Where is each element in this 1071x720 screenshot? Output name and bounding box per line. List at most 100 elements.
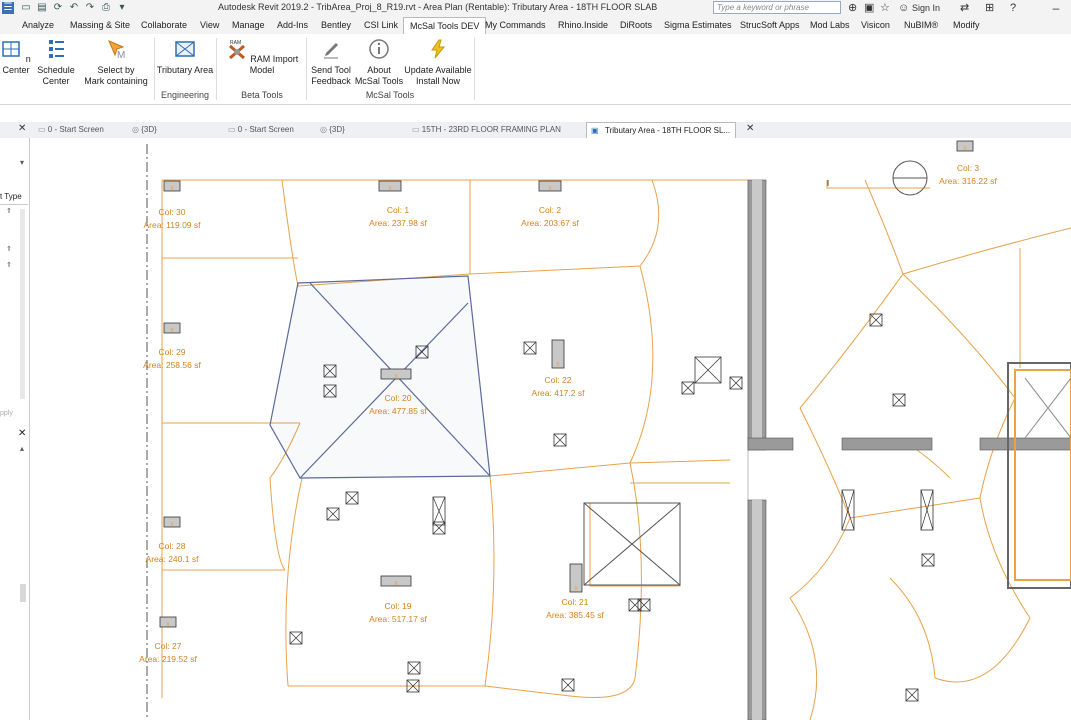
- tributary-area-tag[interactable]: Col: 20 Area: 477.85 sf: [353, 392, 443, 418]
- ribbon-tab-massing-site[interactable]: Massing & Site: [70, 20, 130, 30]
- help-icon[interactable]: ?: [1010, 1, 1016, 15]
- open-icon[interactable]: ▭: [20, 2, 32, 14]
- tributary-area-tag[interactable]: Col: 2 Area: 203.67 sf: [505, 204, 595, 230]
- send-feedback-button[interactable]: Send Tool Feedback: [308, 38, 354, 87]
- update-install-button[interactable]: Update Available Install Now: [404, 38, 472, 87]
- beam-marker[interactable]: [681, 381, 695, 395]
- ribbon-tab-manage[interactable]: Manage: [232, 20, 265, 30]
- tributary-area-tag[interactable]: Col: 3 Area: 316.22 sf: [923, 162, 1013, 188]
- beam-marker[interactable]: [869, 313, 883, 327]
- svg-text:RAM: RAM: [230, 40, 241, 46]
- about-button[interactable]: About McSal Tools: [354, 38, 404, 87]
- tributary-area-tag[interactable]: Col: 19 Area: 517.17 sf: [353, 600, 443, 626]
- tributary-area-tag[interactable]: Col: 21 Area: 385.45 sf: [530, 596, 620, 622]
- exchange-icon[interactable]: ⇄: [960, 1, 969, 15]
- close-icon[interactable]: ✕: [18, 428, 26, 439]
- ribbon-tab-bentley[interactable]: Bentley: [321, 20, 351, 30]
- beam-marker[interactable]: [523, 341, 537, 355]
- beam-marker[interactable]: [905, 688, 919, 702]
- beam-marker[interactable]: [407, 661, 421, 675]
- ribbon-tab-mcsal-tools-dev[interactable]: McSal Tools DEV: [403, 17, 487, 34]
- drawing-canvas[interactable]: x x x x x x x x x x x Col: 30 Area: 119.09 sf Col: 1…: [30, 138, 1071, 720]
- close-panel-icon[interactable]: ✕: [18, 123, 26, 134]
- search-input[interactable]: Type a keyword or phrase: [713, 1, 841, 14]
- select-by-mark-button[interactable]: M Select by Mark containing: [80, 38, 152, 87]
- undo-icon[interactable]: ↶: [68, 2, 80, 14]
- beam-marker[interactable]: [729, 376, 743, 390]
- collapse-icon[interactable]: ⇑: [6, 207, 12, 215]
- minimize-icon[interactable]: –: [1046, 0, 1066, 16]
- scrollbar[interactable]: [20, 209, 25, 399]
- ribbon-tab-diroots[interactable]: DiRoots: [620, 20, 652, 30]
- tributary-area-tag[interactable]: Col: 1 Area: 237.98 sf: [353, 204, 443, 230]
- doc-tab-framing-plan[interactable]: ▭ 15TH - 23RD FLOOR FRAMING PLAN: [412, 125, 561, 134]
- cart-icon[interactable]: ⊞: [985, 1, 994, 15]
- properties-grid[interactable]: ⇑ ⇑ ⇑: [0, 204, 28, 405]
- opening-marker[interactable]: [920, 489, 934, 531]
- center-button[interactable]: n Center: [0, 38, 36, 76]
- beam-marker[interactable]: [432, 521, 446, 535]
- redo-icon[interactable]: ↷: [84, 2, 96, 14]
- sign-in-link[interactable]: Sign In: [912, 3, 940, 13]
- beam-marker[interactable]: [345, 491, 359, 505]
- ribbon-tab-my-commands[interactable]: My Commands: [485, 20, 546, 30]
- ribbon-tab-rhino-inside[interactable]: Rhino.Inside: [558, 20, 608, 30]
- ribbon-tab-visicon[interactable]: Visicon: [861, 20, 890, 30]
- ribbon-tab-add-ins[interactable]: Add-Ins: [277, 20, 308, 30]
- ribbon-tab-nubim-[interactable]: NuBIM®: [904, 20, 938, 30]
- binoculars-icon[interactable]: ⊕: [848, 1, 857, 15]
- beam-marker[interactable]: [921, 553, 935, 567]
- beam-marker[interactable]: [628, 598, 642, 612]
- ribbon-tab-strucsoft-apps[interactable]: StrucSoft Apps: [740, 20, 800, 30]
- sync-icon[interactable]: ⟳: [52, 2, 64, 14]
- doc-tab-3d-2[interactable]: ◎ {3D}: [320, 125, 345, 134]
- user-icon[interactable]: ☺: [898, 1, 909, 15]
- ram-import-button[interactable]: RAM RAM Import Model: [220, 38, 304, 76]
- save-icon[interactable]: ▤: [36, 2, 48, 14]
- opening-marker[interactable]: [694, 356, 722, 384]
- collapse-icon[interactable]: ⇑: [6, 261, 12, 269]
- ribbon-tab-collaborate[interactable]: Collaborate: [141, 20, 187, 30]
- schedule-center-button[interactable]: Schedule Center: [36, 38, 76, 87]
- beam-marker[interactable]: [892, 393, 906, 407]
- dropdown-icon[interactable]: ▾: [116, 2, 128, 14]
- tributary-area-tag[interactable]: Col: 28 Area: 240.1 sf: [127, 540, 217, 566]
- print-icon[interactable]: ⎙: [100, 2, 112, 14]
- ribbon-tab-analyze[interactable]: Analyze: [22, 20, 54, 30]
- app-menu-icon[interactable]: ☰: [2, 2, 14, 14]
- star-icon[interactable]: ☆: [880, 1, 890, 15]
- expand-icon[interactable]: ▴: [20, 444, 24, 453]
- doc-tab-start-1[interactable]: ▭ 0 - Start Screen: [38, 125, 104, 134]
- tributary-area-tag[interactable]: Col: 27 Area: 219.52 sf: [123, 640, 213, 666]
- apply-button[interactable]: pply: [0, 410, 13, 417]
- ribbon-tab-sigma-estimates[interactable]: Sigma Estimates: [664, 20, 732, 30]
- ribbon-tab-view[interactable]: View: [200, 20, 219, 30]
- dropdown-arrow-icon[interactable]: ▾: [20, 158, 24, 167]
- selected-area-col-20[interactable]: [269, 275, 491, 479]
- beam-marker[interactable]: [289, 631, 303, 645]
- ribbon-tab-csi-link[interactable]: CSI Link: [364, 20, 398, 30]
- beam-marker[interactable]: [326, 507, 340, 521]
- beam-marker[interactable]: [637, 598, 651, 612]
- column-area: Area: 517.17 sf: [369, 614, 427, 624]
- ribbon-tab-modify[interactable]: Modify: [953, 20, 980, 30]
- doc-tab-3d-1[interactable]: ◎ {3D}: [132, 125, 157, 134]
- tributary-area-tag[interactable]: Col: 29 Area: 258.56 sf: [127, 346, 217, 372]
- close-tab-icon[interactable]: ✕: [746, 123, 754, 134]
- tributary-area-button[interactable]: Tributary Area: [156, 38, 214, 76]
- about-label-2: McSal Tools: [354, 76, 404, 86]
- doc-tab-tributary-area[interactable]: ▣ Tributary Area - 18TH FLOOR SL...: [586, 122, 737, 138]
- doc-tab-start-2[interactable]: ▭ 0 - Start Screen: [228, 125, 294, 134]
- ribbon-tab-mod-labs[interactable]: Mod Labs: [810, 20, 850, 30]
- scrollbar-thumb[interactable]: [20, 584, 26, 602]
- beam-marker[interactable]: [561, 678, 575, 692]
- column-name: Col: 22: [544, 375, 572, 385]
- panel-separator: [306, 38, 307, 100]
- tributary-area-tag[interactable]: Col: 30 Area: 119.09 sf: [127, 206, 217, 232]
- subscription-icon[interactable]: ▣: [864, 1, 874, 15]
- beam-marker[interactable]: [553, 433, 567, 447]
- window-title: Autodesk Revit 2019.2 - TribArea_Proj_8_…: [218, 2, 658, 12]
- opening-marker[interactable]: [432, 496, 446, 526]
- collapse-icon[interactable]: ⇑: [6, 245, 12, 253]
- tributary-area-tag[interactable]: Col: 22 Area: 417.2 sf: [513, 374, 603, 400]
